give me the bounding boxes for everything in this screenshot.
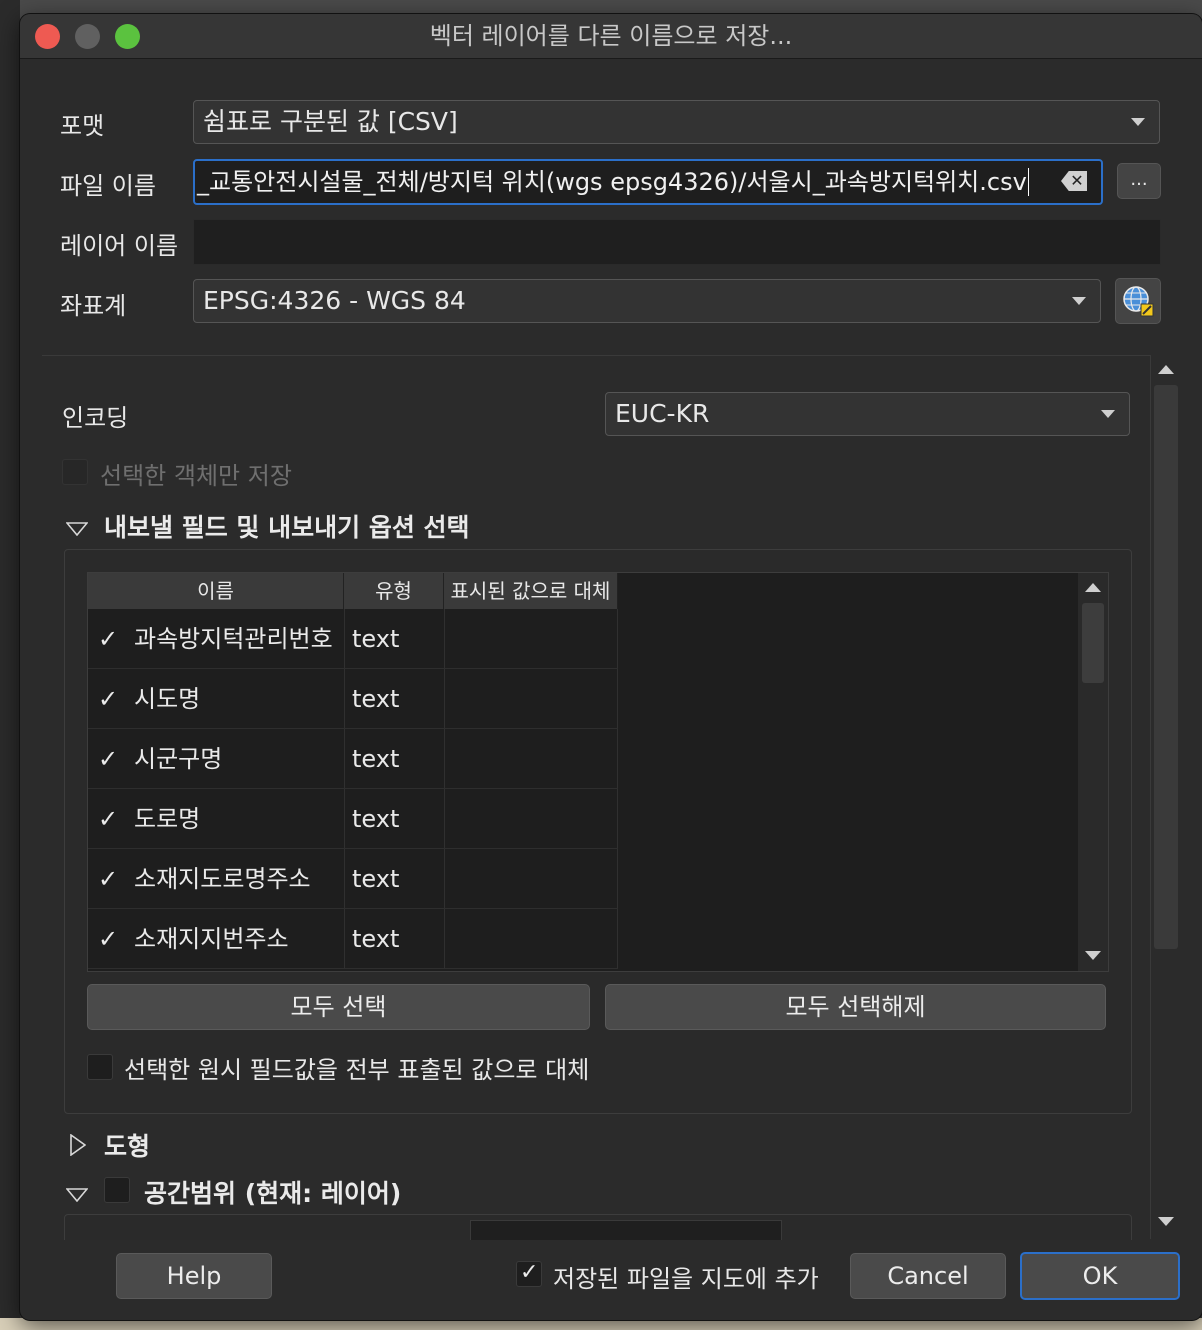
- table-scrollbar[interactable]: [1078, 573, 1108, 971]
- collapse-triangle-icon[interactable]: [66, 1188, 88, 1202]
- column-header-replace[interactable]: 표시된 값으로 대체: [444, 573, 618, 609]
- format-value: 쉼표로 구분된 값 [CSV]: [203, 107, 458, 136]
- window-title: 벡터 레이어를 다른 이름으로 저장...: [429, 22, 793, 50]
- fields-table: 이름 유형 표시된 값으로 대체 ✓ 과속방지턱관리번호 text ✓ 시도명 …: [87, 572, 1109, 972]
- encoding-combo[interactable]: EUC-KR: [605, 392, 1130, 436]
- encoding-value: EUC-KR: [615, 399, 710, 428]
- scroll-up-icon[interactable]: [1158, 365, 1174, 374]
- browse-button[interactable]: ...: [1117, 163, 1161, 199]
- field-name: 도로명: [134, 805, 201, 833]
- field-name: 소재지도로명주소: [134, 865, 311, 893]
- extent-section-title: 공간범위 (현재: 레이어): [144, 1179, 402, 1208]
- scroll-down-icon[interactable]: [1085, 951, 1101, 960]
- table-row[interactable]: ✓ 소재지도로명주소 text: [88, 849, 618, 909]
- field-type: text: [352, 805, 400, 833]
- fields-section-title: 내보낼 필드 및 내보내기 옵션 선택: [104, 513, 470, 542]
- replace-all-checkbox[interactable]: [87, 1054, 113, 1080]
- field-name: 소재지지번주소: [134, 925, 289, 953]
- chevron-down-icon: [1101, 410, 1115, 418]
- chevron-down-icon: [1072, 297, 1086, 305]
- field-checkbox[interactable]: ✓: [98, 609, 118, 669]
- clear-icon[interactable]: ✕: [1061, 171, 1087, 191]
- table-row[interactable]: ✓ 시군구명 text: [88, 729, 618, 789]
- encoding-label: 인코딩: [62, 404, 129, 432]
- layername-input[interactable]: [193, 219, 1161, 265]
- add-to-map-checkbox[interactable]: ✓: [516, 1260, 542, 1287]
- save-vector-layer-dialog: 벡터 레이어를 다른 이름으로 저장... 포맷 쉼표로 구분된 값 [CSV]…: [20, 14, 1202, 1320]
- field-checkbox[interactable]: ✓: [98, 789, 118, 849]
- field-type: text: [352, 625, 400, 653]
- replace-all-label: 선택한 원시 필드값을 전부 표출된 값으로 대체: [124, 1056, 590, 1084]
- scroll-up-icon[interactable]: [1085, 583, 1101, 592]
- select-all-button[interactable]: 모두 선택: [87, 984, 590, 1030]
- title-bar: 벡터 레이어를 다른 이름으로 저장...: [20, 14, 1202, 59]
- table-row[interactable]: ✓ 과속방지턱관리번호 text: [88, 609, 618, 669]
- field-checkbox[interactable]: ✓: [98, 729, 118, 789]
- filename-input[interactable]: _교통안전시설물_전체/방지턱 위치(wgs epsg4326)/서울시_과속방…: [193, 159, 1103, 205]
- layername-label: 레이어 이름: [60, 232, 179, 260]
- selected-only-checkbox[interactable]: [62, 459, 88, 485]
- field-checkbox[interactable]: ✓: [98, 909, 118, 969]
- crs-globe-icon: [1123, 286, 1154, 317]
- table-row[interactable]: ✓ 도로명 text: [88, 789, 618, 849]
- column-header-name[interactable]: 이름: [88, 573, 344, 609]
- ok-button[interactable]: OK: [1020, 1252, 1180, 1300]
- options-scroll-area: 인코딩 EUC-KR 선택한 객체만 저장 내보낼 필드 및 내보내기 옵션 선…: [42, 355, 1150, 1240]
- crs-select-button[interactable]: [1115, 278, 1161, 324]
- add-to-map-label: 저장된 파일을 지도에 추가: [553, 1265, 819, 1293]
- extent-field[interactable]: [470, 1220, 782, 1240]
- options-scroll-thumb[interactable]: [1154, 385, 1178, 949]
- column-header-type[interactable]: 유형: [344, 573, 444, 609]
- table-scroll-thumb[interactable]: [1082, 603, 1104, 683]
- chevron-down-icon: [1131, 118, 1145, 126]
- field-type: text: [352, 745, 400, 773]
- crs-value: EPSG:4326 - WGS 84: [203, 286, 466, 315]
- cancel-button[interactable]: Cancel: [850, 1253, 1006, 1299]
- extent-checkbox[interactable]: [104, 1177, 130, 1203]
- format-combo[interactable]: 쉼표로 구분된 값 [CSV]: [193, 100, 1160, 144]
- filename-value: _교통안전시설물_전체/방지턱 위치(wgs epsg4326)/서울시_과속방…: [197, 168, 1027, 196]
- field-checkbox[interactable]: ✓: [98, 849, 118, 909]
- field-name: 과속방지턱관리번호: [134, 625, 333, 653]
- scroll-down-icon[interactable]: [1158, 1217, 1174, 1226]
- field-type: text: [352, 865, 400, 893]
- format-label: 포맷: [60, 112, 105, 140]
- field-type: text: [352, 925, 400, 953]
- table-row[interactable]: ✓ 소재지지번주소 text: [88, 909, 618, 969]
- collapse-triangle-icon[interactable]: [66, 522, 88, 536]
- field-name: 시도명: [134, 685, 201, 713]
- background-app: [0, 0, 20, 1330]
- field-checkbox[interactable]: ✓: [98, 669, 118, 729]
- field-name: 시군구명: [134, 745, 223, 773]
- filename-label: 파일 이름: [60, 172, 156, 200]
- expand-triangle-icon[interactable]: [70, 1134, 86, 1156]
- options-scrollbar[interactable]: [1150, 355, 1181, 1239]
- geometry-section-title: 도형: [104, 1132, 151, 1161]
- selected-only-label: 선택한 객체만 저장: [100, 462, 292, 490]
- crs-combo[interactable]: EPSG:4326 - WGS 84: [193, 279, 1101, 323]
- field-type: text: [352, 685, 400, 713]
- deselect-all-button[interactable]: 모두 선택해제: [605, 984, 1106, 1030]
- help-button[interactable]: Help: [116, 1253, 272, 1299]
- crs-label: 좌표계: [60, 292, 127, 320]
- table-row[interactable]: ✓ 시도명 text: [88, 669, 618, 729]
